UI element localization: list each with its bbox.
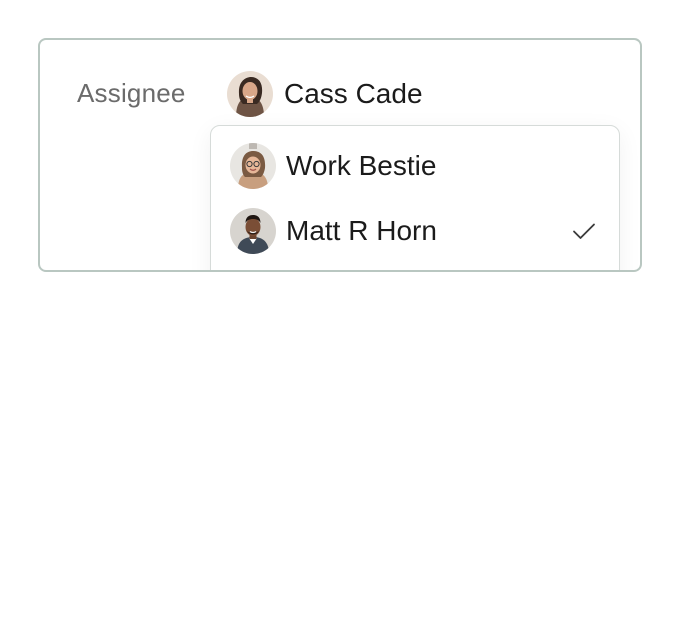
checkmark-icon (573, 223, 595, 239)
option-name: Matt R Horn (286, 215, 437, 246)
avatar-cass-cade-icon (227, 71, 273, 117)
assignee-card: Assignee Cass Cade Work Bestie Matt R Ho… (38, 38, 642, 272)
option-matt-r-horn[interactable]: Matt R Horn (230, 206, 601, 256)
assignee-select[interactable]: Cass Cade (227, 70, 423, 118)
option-work-bestie[interactable]: Work Bestie (230, 141, 601, 191)
selected-assignee-name: Cass Cade (284, 78, 423, 109)
option-name: Work Bestie (286, 150, 437, 181)
avatar-work-bestie-icon (230, 143, 276, 189)
assignee-label: Assignee (77, 78, 186, 108)
avatar-matt-r-horn-icon (230, 208, 276, 254)
assignee-dropdown: Work Bestie Matt R Horn (210, 125, 620, 270)
